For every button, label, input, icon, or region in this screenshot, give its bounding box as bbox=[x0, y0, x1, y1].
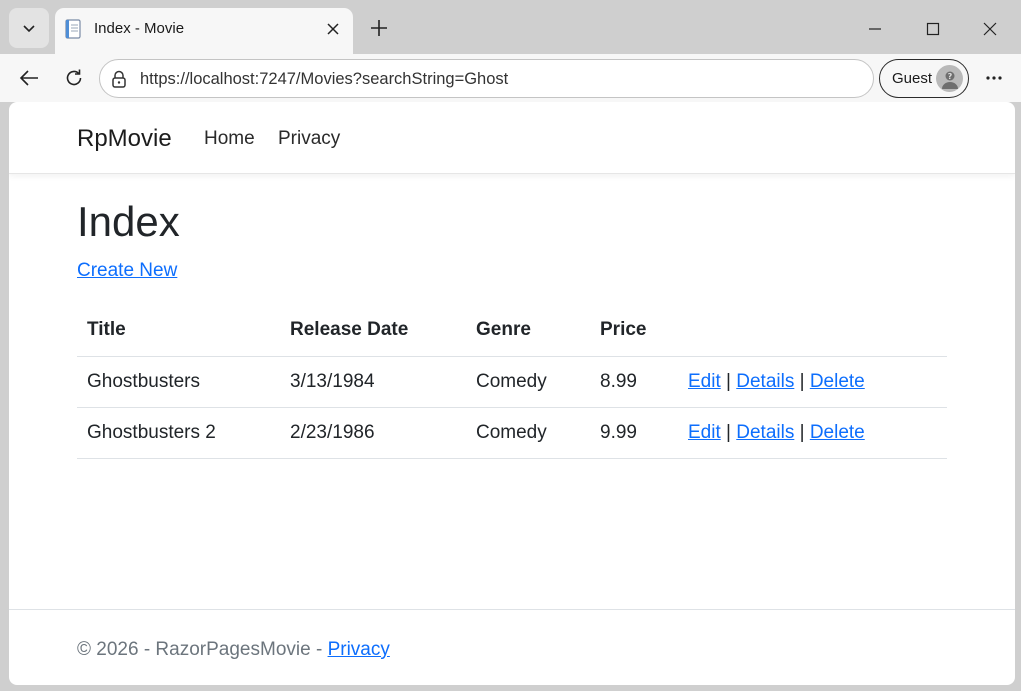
page-title: Index bbox=[77, 198, 180, 245]
avatar-icon: ? bbox=[936, 65, 963, 92]
window-close-button[interactable] bbox=[973, 12, 1007, 46]
column-header-actions bbox=[678, 304, 947, 357]
cell-price: 8.99 bbox=[590, 356, 678, 408]
browser-tab[interactable]: Index - Movie bbox=[55, 8, 353, 54]
table-header-row: Title Release Date Genre Price bbox=[77, 304, 947, 357]
column-header-genre: Genre bbox=[466, 304, 590, 357]
page-viewport: RpMovie Home Privacy Index Create New Ti… bbox=[9, 102, 1015, 685]
tab-list-button[interactable] bbox=[9, 8, 49, 48]
profile-button[interactable]: Guest ? bbox=[879, 59, 969, 98]
maximize-button[interactable] bbox=[916, 12, 950, 46]
cell-title: Ghostbusters 2 bbox=[77, 407, 280, 459]
close-icon bbox=[983, 22, 997, 36]
column-header-title: Title bbox=[77, 304, 280, 357]
footer-text: © 2026 - RazorPagesMovie - Privacy bbox=[77, 639, 390, 661]
create-new-link[interactable]: Create New bbox=[77, 260, 177, 282]
lock-icon[interactable] bbox=[111, 70, 127, 88]
page-icon bbox=[65, 19, 83, 39]
minimize-button[interactable] bbox=[858, 12, 892, 46]
more-icon bbox=[985, 75, 1003, 81]
new-tab-button[interactable] bbox=[365, 14, 393, 42]
nav-link-privacy[interactable]: Privacy bbox=[278, 128, 340, 150]
column-header-release-date: Release Date bbox=[280, 304, 466, 357]
back-button[interactable] bbox=[12, 61, 46, 95]
tab-strip: Index - Movie bbox=[0, 0, 1021, 54]
cell-actions: Edit | Details | Delete bbox=[678, 356, 947, 408]
cell-release-date: 3/13/1984 bbox=[280, 356, 466, 408]
separator: | bbox=[726, 421, 737, 443]
site-footer: © 2026 - RazorPagesMovie - Privacy bbox=[9, 609, 1015, 685]
cell-genre: Comedy bbox=[466, 407, 590, 459]
separator: | bbox=[799, 370, 810, 392]
browser-toolbar: https://localhost:7247/Movies?searchStri… bbox=[0, 54, 1021, 102]
edit-link[interactable]: Edit bbox=[688, 422, 721, 443]
separator: | bbox=[726, 370, 737, 392]
details-link[interactable]: Details bbox=[736, 422, 794, 443]
maximize-icon bbox=[926, 22, 940, 36]
table-row: Ghostbusters 3/13/1984 Comedy 8.99 Edit … bbox=[77, 356, 947, 408]
footer-privacy-link[interactable]: Privacy bbox=[328, 639, 390, 660]
back-arrow-icon bbox=[18, 67, 40, 89]
cell-title: Ghostbusters bbox=[77, 356, 280, 408]
cell-release-date: 2/23/1986 bbox=[280, 407, 466, 459]
site-navbar: RpMovie Home Privacy bbox=[9, 102, 1015, 174]
plus-icon bbox=[369, 18, 389, 38]
copyright-text: © 2026 - RazorPagesMovie - bbox=[77, 639, 328, 660]
cell-actions: Edit | Details | Delete bbox=[678, 407, 947, 459]
site-brand[interactable]: RpMovie bbox=[77, 125, 172, 153]
delete-link[interactable]: Delete bbox=[810, 371, 865, 392]
minimize-icon bbox=[868, 22, 882, 36]
column-header-price: Price bbox=[590, 304, 678, 357]
address-bar[interactable]: https://localhost:7247/Movies?searchStri… bbox=[99, 59, 874, 98]
delete-link[interactable]: Delete bbox=[810, 422, 865, 443]
movies-table: Title Release Date Genre Price Ghostbust… bbox=[77, 304, 947, 459]
edit-link[interactable]: Edit bbox=[688, 371, 721, 392]
tab-title: Index - Movie bbox=[94, 20, 185, 37]
cell-price: 9.99 bbox=[590, 407, 678, 459]
svg-text:?: ? bbox=[947, 72, 952, 81]
more-button[interactable] bbox=[977, 61, 1011, 95]
table-row: Ghostbusters 2 2/23/1986 Comedy 9.99 Edi… bbox=[77, 407, 947, 459]
details-link[interactable]: Details bbox=[736, 371, 794, 392]
url-text[interactable]: https://localhost:7247/Movies?searchStri… bbox=[140, 70, 508, 89]
cell-genre: Comedy bbox=[466, 356, 590, 408]
refresh-button[interactable] bbox=[57, 61, 91, 95]
chevron-down-icon bbox=[21, 20, 37, 36]
refresh-icon bbox=[64, 68, 84, 88]
separator: | bbox=[799, 421, 810, 443]
profile-label: Guest bbox=[892, 70, 933, 87]
close-icon[interactable] bbox=[323, 19, 343, 39]
nav-link-home[interactable]: Home bbox=[204, 128, 255, 150]
